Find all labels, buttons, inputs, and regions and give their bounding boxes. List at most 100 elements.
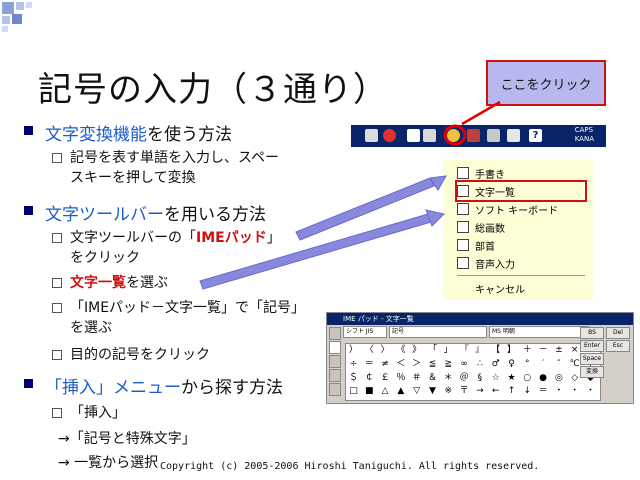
symbol-cell[interactable]: □ xyxy=(346,385,361,398)
symbol-cell[interactable]: ▲ xyxy=(393,385,408,398)
category-select[interactable]: 記号 xyxy=(389,326,487,338)
symbol-cell[interactable]: ＊ xyxy=(441,372,456,385)
symbol-cell[interactable]: ′ xyxy=(536,358,551,371)
sub-item-4-line1: 「IMEパッド－文字一覧」で「記号」 xyxy=(70,300,306,316)
symbol-cell[interactable]: 〈 xyxy=(362,344,377,357)
symbol-cell[interactable]: ≦ xyxy=(425,358,440,371)
symbol-cell[interactable]: ＋ xyxy=(520,344,535,357)
sub-bullet-box-icon xyxy=(52,278,62,288)
symbol-cell[interactable]: 【 xyxy=(488,344,503,357)
symbol-cell[interactable]: ♂ xyxy=(488,358,503,371)
sub-item-4-line2: を選ぶ xyxy=(70,320,112,336)
menu-item-stroke-count[interactable]: 総画数 xyxy=(457,218,585,236)
esc-button[interactable]: Esc xyxy=(606,340,630,352)
caps-kana-indicator: CAPS KANA xyxy=(575,126,594,144)
symbol-cell[interactable]: 』 xyxy=(472,344,487,357)
caps-label: CAPS xyxy=(574,126,594,134)
symbol-cell[interactable]: ※ xyxy=(441,385,456,398)
insert-step-select: → 一覧から選択 xyxy=(58,455,159,471)
shift-jis-select[interactable]: シフト JIS xyxy=(343,326,387,338)
symbol-cell[interactable]: ＠ xyxy=(457,372,472,385)
symbol-cell[interactable]: ＃ xyxy=(409,372,424,385)
input-mode-icon[interactable] xyxy=(407,129,420,142)
symbol-cell[interactable]: ↑ xyxy=(504,385,519,398)
symbol-cell[interactable]: ☆ xyxy=(488,372,503,385)
symbol-cell[interactable]: ・ xyxy=(583,385,598,398)
symbol-cell[interactable]: ＄ xyxy=(346,372,361,385)
symbol-cell[interactable]: ★ xyxy=(504,372,519,385)
help-icon[interactable]: ? xyxy=(529,129,542,142)
symbol-cell[interactable]: 】 xyxy=(504,344,519,357)
symbol-cell[interactable]: ♀ xyxy=(504,358,519,371)
symbol-cell[interactable]: ○ xyxy=(520,372,535,385)
radical-mode-icon[interactable] xyxy=(329,383,341,396)
symbol-cell[interactable]: ± xyxy=(551,344,566,357)
symbol-cell[interactable]: 『 xyxy=(457,344,472,357)
symbol-cell[interactable]: ￠ xyxy=(362,372,377,385)
symbol-cell[interactable]: 〒 xyxy=(457,385,472,398)
symbol-cell[interactable]: ＝ xyxy=(362,358,377,371)
symbol-cell[interactable]: ￡ xyxy=(378,372,393,385)
del-button[interactable]: Del xyxy=(606,327,630,339)
symbol-cell[interactable]: 」 xyxy=(441,344,456,357)
symbol-cell[interactable]: ■ xyxy=(362,385,377,398)
bullet-3-highlight: 「挿入」メニュー xyxy=(45,378,181,398)
keyboard-mode-icon[interactable] xyxy=(329,355,341,368)
space-button[interactable]: Space xyxy=(580,353,604,365)
symbol-cell[interactable]: ∞ xyxy=(457,358,472,371)
ime-icon[interactable] xyxy=(383,129,396,142)
symbol-cell[interactable]: ÷ xyxy=(346,358,361,371)
menu-item-cancel[interactable]: キャンセル xyxy=(457,279,585,297)
symbol-cell[interactable]: ← xyxy=(488,385,503,398)
symbol-cell[interactable]: ∴ xyxy=(472,358,487,371)
enter-button[interactable]: Enter xyxy=(580,340,604,352)
symbol-cell[interactable]: ° xyxy=(520,358,535,371)
symbol-cell[interactable]: ▼ xyxy=(425,385,440,398)
symbol-cell[interactable]: ● xyxy=(536,372,551,385)
soft-keyboard-icon xyxy=(457,203,469,215)
copyright-footer: Copyright (c) 2005-2006 Hiroshi Taniguch… xyxy=(160,461,540,472)
symbol-cell[interactable]: ） xyxy=(346,344,361,357)
symbol-cell[interactable]: ＝ xyxy=(536,385,551,398)
symbol-cell[interactable]: 「 xyxy=(425,344,440,357)
symbol-cell[interactable]: ＜ xyxy=(393,358,408,371)
menu-item-radical[interactable]: 部首 xyxy=(457,236,585,254)
font-select[interactable]: MS 明朝 xyxy=(489,326,589,338)
menu-item-voice-input[interactable]: 音声入力 xyxy=(457,254,585,272)
sub-item-5-text: 目的の記号をクリック xyxy=(70,347,210,363)
handwriting-mode-icon[interactable] xyxy=(329,327,341,340)
symbol-cell[interactable]: ＞ xyxy=(409,358,424,371)
keyboard-icon[interactable] xyxy=(365,129,378,142)
char-list-mode-icon[interactable] xyxy=(329,341,341,354)
symbol-cell[interactable]: § xyxy=(472,372,487,385)
bs-button[interactable]: BS xyxy=(580,327,604,339)
symbol-cell[interactable]: △ xyxy=(378,385,393,398)
sub-bullet-box-icon xyxy=(52,408,62,418)
menu-item-char-list[interactable]: 文字一覧 xyxy=(455,180,587,202)
symbol-cell[interactable]: 《 xyxy=(393,344,408,357)
bullet-3: 「挿入」メニューから探す方法 xyxy=(24,373,283,398)
symbol-cell[interactable]: ≧ xyxy=(441,358,456,371)
symbol-cell[interactable]: ◎ xyxy=(551,372,566,385)
dictionary-tool-icon[interactable] xyxy=(467,129,480,142)
symbol-cell[interactable]: 》 xyxy=(409,344,424,357)
symbol-cell[interactable]: ・ xyxy=(551,385,566,398)
symbol-cell[interactable]: ▽ xyxy=(409,385,424,398)
symbol-cell[interactable]: ・ xyxy=(567,385,582,398)
conversion-mode-icon[interactable] xyxy=(423,129,436,142)
symbol-cell[interactable]: ≠ xyxy=(378,358,393,371)
ime-pad-icon[interactable] xyxy=(447,129,460,142)
stroke-mode-icon[interactable] xyxy=(329,369,341,382)
symbol-cell[interactable]: ＆ xyxy=(425,372,440,385)
symbol-cell[interactable]: → xyxy=(472,385,487,398)
convert-button[interactable]: 変換 xyxy=(580,366,604,378)
symbol-cell[interactable]: ↓ xyxy=(520,385,535,398)
symbol-cell[interactable]: － xyxy=(536,344,551,357)
properties-icon[interactable] xyxy=(507,129,520,142)
menu-item-handwriting[interactable]: 手書き xyxy=(457,164,585,182)
symbol-cell[interactable]: ″ xyxy=(551,358,566,371)
symbol-cell[interactable]: ％ xyxy=(393,372,408,385)
menu-item-soft-keyboard[interactable]: ソフト キーボード xyxy=(457,200,585,218)
symbol-cell[interactable]: 〉 xyxy=(378,344,393,357)
pen-icon[interactable] xyxy=(487,129,500,142)
